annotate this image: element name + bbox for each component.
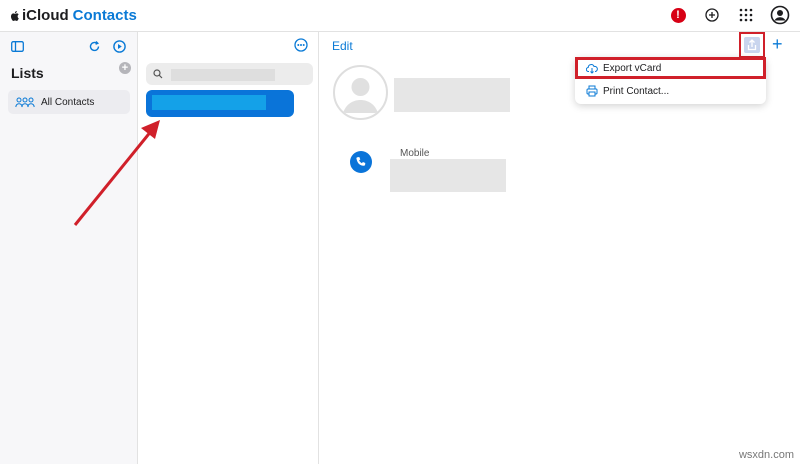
sidebar-toolbar: [0, 36, 138, 60]
account-icon[interactable]: [770, 5, 790, 25]
print-contact-menu-item[interactable]: Print Contact...: [575, 80, 766, 102]
top-icons: !: [668, 5, 790, 25]
search-icon: [153, 69, 163, 79]
edit-button[interactable]: Edit: [332, 39, 353, 53]
share-button[interactable]: [744, 37, 760, 53]
person-placeholder-icon: [343, 78, 378, 113]
alert-icon[interactable]: !: [668, 5, 688, 25]
add-contact-button[interactable]: +: [772, 35, 783, 53]
icloud-contacts-app: iCloud Contacts ! Lists + All Contacts E…: [0, 0, 800, 464]
contact-name-redaction: [394, 78, 510, 112]
more-options-icon[interactable]: [294, 38, 308, 52]
print-contact-label: Print Contact...: [603, 85, 670, 97]
apple-logo-icon: [10, 10, 19, 21]
printer-icon: [586, 85, 598, 97]
contact-name-redaction: [152, 95, 266, 110]
cloud-download-icon: [586, 64, 598, 74]
search-input[interactable]: [146, 63, 313, 85]
add-circle-icon[interactable]: [702, 5, 722, 25]
app-brand[interactable]: iCloud Contacts: [10, 7, 137, 24]
top-bar: iCloud Contacts !: [0, 0, 800, 32]
sidebar-toggle-icon[interactable]: [11, 41, 24, 52]
refresh-icon[interactable]: [88, 40, 101, 53]
mobile-number-redaction: [390, 159, 506, 192]
play-circle-icon[interactable]: [113, 40, 126, 53]
avatar: [333, 65, 388, 120]
add-list-button[interactable]: +: [119, 62, 131, 74]
brand-icloud: iCloud: [22, 7, 69, 24]
alert-badge: !: [670, 7, 686, 23]
watermark: wsxdn.com: [738, 449, 794, 461]
brand-contacts: Contacts: [72, 7, 137, 24]
group-icon: [15, 97, 35, 107]
contact-list-item-selected[interactable]: [146, 90, 294, 117]
sidebar-item-all-contacts[interactable]: All Contacts: [8, 90, 130, 114]
sidebar: Lists + All Contacts: [0, 32, 138, 464]
share-menu: Export vCard Print Contact...: [575, 57, 766, 104]
grid-icon[interactable]: [736, 5, 756, 25]
phone-icon[interactable]: [350, 151, 372, 173]
mobile-label: Mobile: [400, 148, 430, 159]
share-button-highlight: [739, 32, 765, 58]
search-redaction: [171, 69, 275, 81]
share-icon: [747, 39, 757, 51]
lists-heading: Lists: [11, 65, 44, 81]
export-vcard-menu-item[interactable]: Export vCard: [575, 57, 766, 79]
export-vcard-label: Export vCard: [603, 62, 662, 74]
sidebar-item-label: All Contacts: [41, 96, 95, 108]
contact-list-pane: [139, 32, 319, 464]
